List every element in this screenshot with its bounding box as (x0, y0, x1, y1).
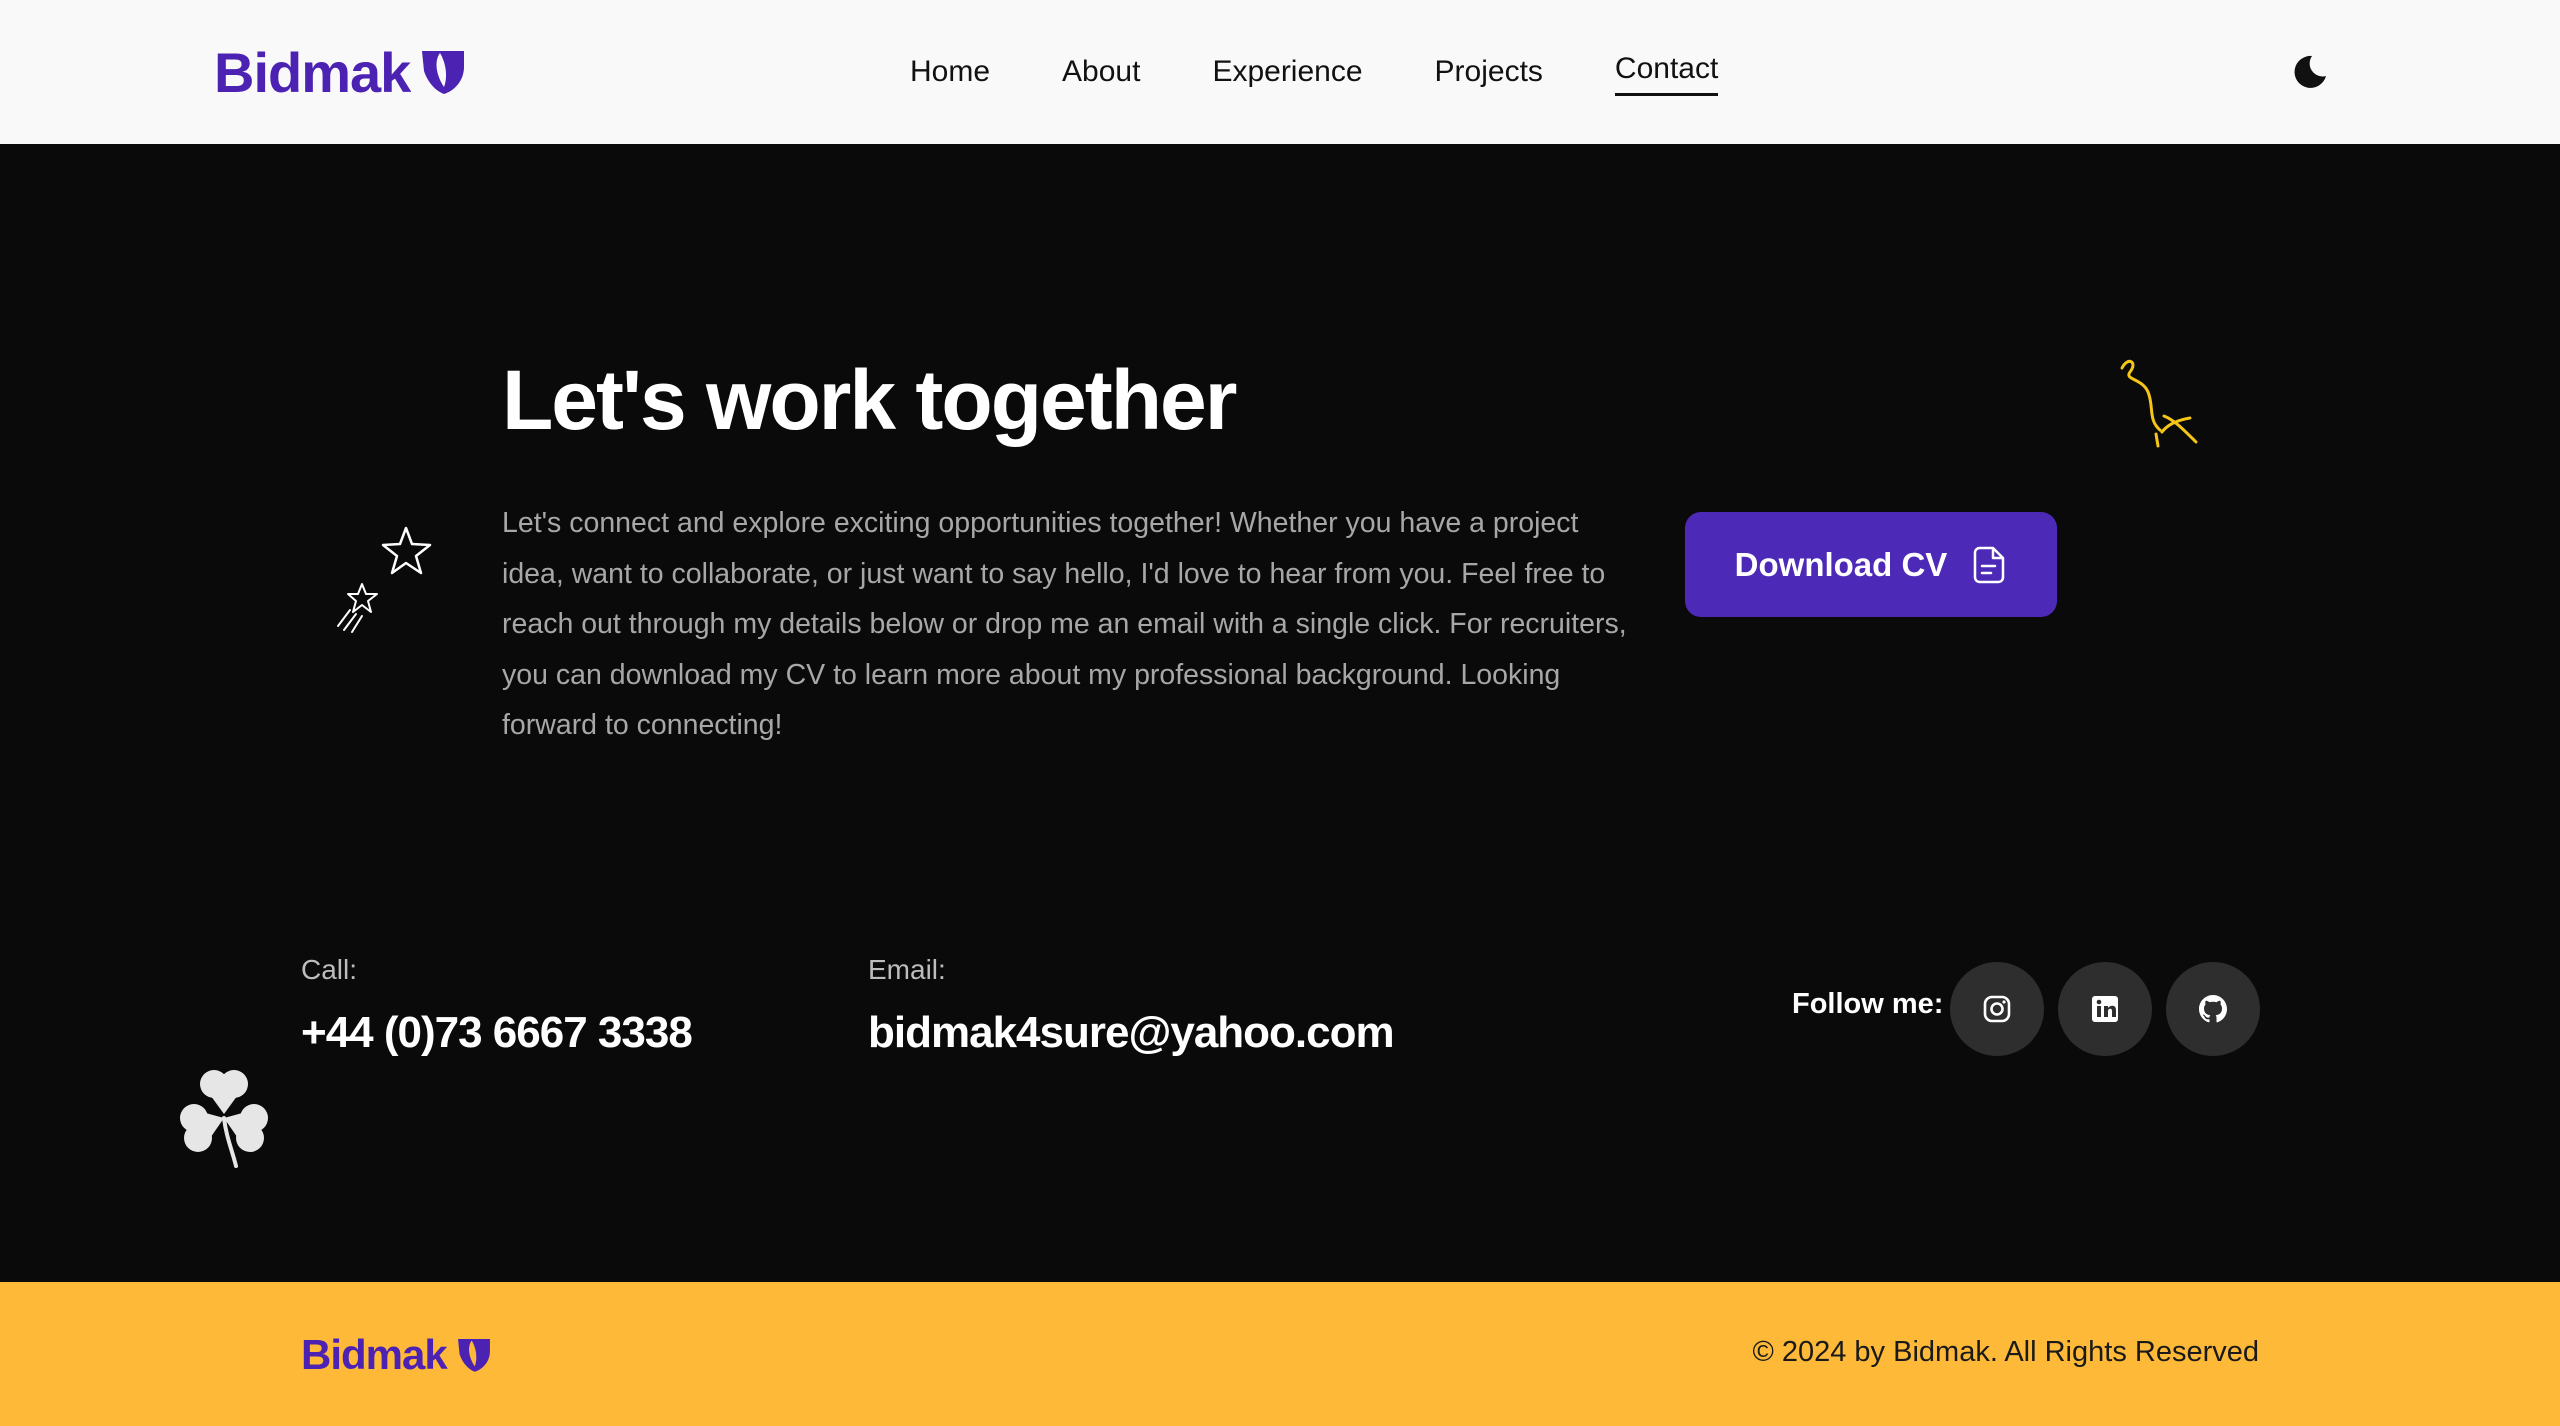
linkedin-icon (2092, 996, 2118, 1022)
moon-icon (2294, 55, 2326, 88)
typo3-shield-icon (457, 1339, 490, 1372)
linkedin-button[interactable] (2058, 962, 2152, 1056)
star-doodle-icon (337, 526, 432, 633)
email-label: Email: (868, 954, 946, 985)
brand-logo[interactable]: Bidmak (214, 38, 468, 106)
nav-contact[interactable]: Contact (1614, 48, 1719, 96)
email-address[interactable]: bidmak4sure@yahoo.com (868, 1008, 1395, 1058)
follow-label: Follow me: (1792, 988, 1944, 1020)
instagram-icon (1983, 995, 2011, 1023)
download-cv-label: Download CV (1734, 545, 1948, 583)
footer-brand-name: Bidmak (301, 1331, 448, 1378)
typo3-shield-icon (422, 51, 465, 94)
document-icon (1974, 546, 2005, 583)
brand-name: Bidmak (214, 40, 411, 104)
instagram-button[interactable] (1950, 962, 2044, 1056)
call-label: Call: (301, 954, 358, 985)
nav-about[interactable]: About (1062, 48, 1140, 96)
contact-section: Let's work together Let's connect and ex… (0, 144, 2560, 1282)
github-button[interactable] (2166, 962, 2260, 1056)
nav-projects[interactable]: Projects (1435, 48, 1543, 96)
phone-number[interactable]: +44 (0)73 6667 3338 (301, 1008, 693, 1058)
intro-paragraph: Let's connect and explore exciting oppor… (502, 507, 1627, 741)
scribble-doodle-icon (2120, 359, 2198, 448)
top-navbar: Bidmak Home About Experience Projects Co… (0, 0, 2560, 144)
copyright-text: © 2024 by Bidmak. All Rights Reserved (1752, 1336, 2259, 1368)
clover-doodle-icon (180, 1070, 268, 1168)
footer-brand-logo[interactable]: Bidmak (301, 1330, 493, 1380)
nav-experience[interactable]: Experience (1212, 48, 1362, 96)
page-title: Let's work together (502, 353, 1237, 447)
download-cv-button[interactable]: Download CV (1685, 512, 2057, 617)
nav-home[interactable]: Home (910, 48, 990, 96)
theme-toggle-button[interactable] (2290, 52, 2330, 92)
main-menu: Home About Experience Projects Contact (910, 48, 1719, 96)
github-icon (2199, 995, 2227, 1023)
